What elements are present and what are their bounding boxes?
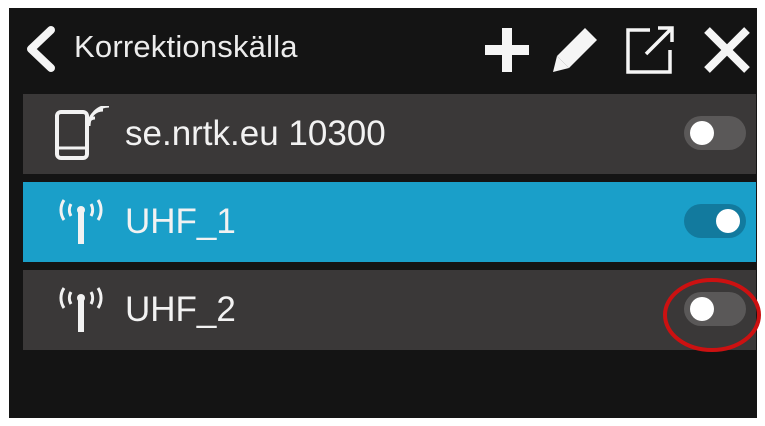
enable-toggle[interactable] [684, 204, 746, 238]
page-title: Korrektionskälla [74, 29, 298, 64]
back-button[interactable] [21, 24, 61, 74]
header-bar: Korrektionskälla [9, 8, 757, 90]
close-button[interactable] [699, 22, 755, 78]
plus-icon [485, 28, 529, 72]
source-row-nrtk[interactable]: se.nrtk.eu 10300 [23, 94, 756, 174]
app-screen: Korrektionskälla se.nrtk.eu 10300 UHF_1 … [9, 8, 761, 418]
radio-antenna-icon [49, 282, 113, 338]
edit-button[interactable] [547, 22, 603, 78]
enable-toggle[interactable] [684, 292, 746, 326]
add-button[interactable] [479, 22, 535, 78]
pencil-icon [553, 28, 597, 72]
close-icon [704, 27, 750, 73]
radio-antenna-icon [49, 194, 113, 250]
chevron-left-icon [27, 26, 55, 72]
source-row-uhf2[interactable]: UHF_2 [23, 270, 756, 350]
source-label: UHF_2 [125, 290, 236, 329]
phone-signal-icon [49, 104, 113, 162]
source-label: se.nrtk.eu 10300 [125, 114, 386, 153]
export-button[interactable] [620, 22, 676, 78]
source-row-uhf1[interactable]: UHF_1 [23, 182, 756, 262]
external-link-icon [626, 26, 674, 74]
enable-toggle[interactable] [684, 116, 746, 150]
source-label: UHF_1 [125, 202, 236, 241]
